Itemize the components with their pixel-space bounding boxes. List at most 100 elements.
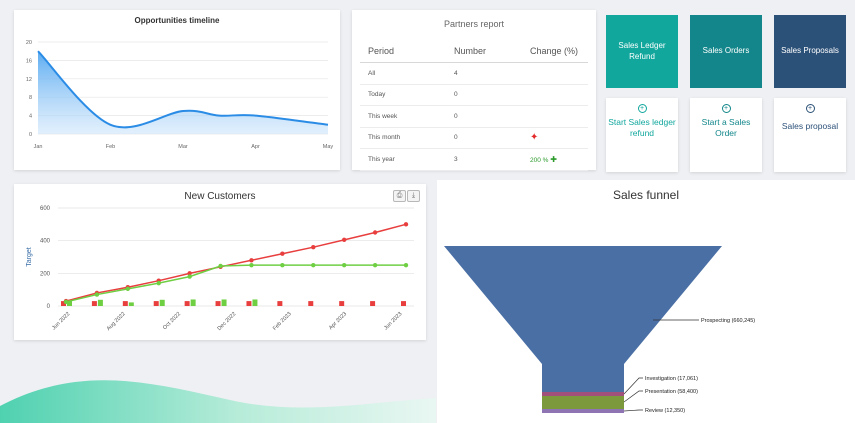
tile-action-label: Sales proposal (781, 121, 839, 131)
series-point (372, 230, 378, 235)
x-tick-label: Apr 2023 (328, 311, 348, 331)
sales-funnel-chart: Prospecting (660,245) Investigation (17,0… (444, 246, 755, 414)
bar (221, 299, 227, 306)
funnel-label-investigation: Investigation (17,061) (645, 376, 698, 382)
tile-sales-proposals[interactable]: Sales Proposals (774, 15, 846, 88)
bar (308, 301, 314, 306)
x-tick-label: Jun 2022 (51, 311, 71, 331)
header-number: Number (446, 40, 522, 63)
period-cell: This week (360, 105, 446, 128)
series-point (280, 262, 285, 268)
x-tick-label: Jun 2023 (383, 311, 403, 331)
series-point (156, 280, 161, 286)
series-point (63, 299, 69, 305)
number-cell: 0 (446, 127, 522, 149)
funnel-label-presentation: Presentation (58,400) (645, 389, 698, 395)
series-point (311, 245, 316, 250)
series-point (125, 286, 131, 292)
x-tick-label: May (323, 144, 334, 150)
partners-table: Period Number Change (%) All 4 Today 0 T… (360, 40, 588, 171)
series-point (403, 262, 409, 268)
table-row: All 4 (360, 62, 588, 85)
bar (97, 299, 103, 306)
partners-title: Partners report (443, 19, 505, 29)
table-row: This week 0 (360, 105, 588, 128)
sales-funnel-card: Sales funnel Prospecting (660,245) Invest… (437, 180, 855, 423)
arrow-up-icon: ✚ (550, 154, 557, 164)
table-row: This month 0 ✦ (360, 127, 588, 149)
new-customers-card: New Customers ⎙ ⤓ 0 200 400 600 Target Jun 20… (14, 184, 426, 340)
period-cell: Today (360, 84, 446, 106)
series-point (94, 292, 100, 297)
partners-header-row: Period Number Change (%) (360, 40, 588, 63)
series-line (65, 223, 407, 302)
series-point (341, 237, 347, 243)
series-point (341, 262, 347, 268)
tile-title: Sales Proposals (781, 46, 839, 56)
bar (252, 299, 258, 306)
tile-sales-ledger-refund[interactable]: Sales Ledger Refund (606, 15, 678, 88)
number-cell: 3 (446, 148, 522, 171)
bar (246, 301, 252, 306)
arrow-down-icon: ✦ (530, 132, 539, 144)
y-tick-label: 20 (26, 40, 32, 46)
y-tick-label: 0 (29, 132, 32, 138)
y-tick-label: 12 (26, 77, 32, 83)
funnel-segment-investigation (542, 392, 624, 396)
y-tick-label: 200 (40, 271, 51, 277)
table-row: This year 3 200 % ✚ (360, 148, 588, 171)
y-tick-label: 0 (47, 304, 51, 310)
opportunities-timeline-card: Opportunities timeline 0 4 8 12 16 20 Jan Feb Ma… (14, 10, 340, 170)
bar (370, 301, 376, 306)
new-customers-chart: 0 200 400 600 Target Jun 2022 Aug 2022 Oct 2022… (26, 206, 414, 332)
series-point (218, 263, 223, 269)
header-period: Period (360, 40, 446, 63)
tile-title: Sales Orders (702, 46, 750, 56)
change-cell (522, 84, 588, 106)
period-cell: This year (360, 148, 446, 171)
series-point (249, 258, 254, 263)
y-tick-label: 16 (26, 58, 32, 64)
x-tick-label: Dec 2022 (217, 311, 238, 332)
funnel-segment-prospecting (444, 246, 722, 365)
series-point (280, 251, 285, 256)
funnel-label-prospecting: Prospecting (660,245) (701, 318, 755, 324)
series-point (187, 274, 192, 279)
y-tick-label: 600 (40, 206, 51, 212)
funnel-segment-review (542, 409, 624, 413)
change-cell: 200 % ✚ (522, 148, 588, 171)
sales-proposal-button[interactable]: + Sales proposal (774, 98, 846, 172)
series-point (249, 262, 254, 268)
y-tick-label: 4 (29, 114, 32, 120)
bar (128, 302, 134, 306)
bar (190, 299, 196, 306)
funnel-segment-presentation (542, 396, 624, 409)
change-value: 200 % (530, 156, 549, 164)
tile-title: Sales Ledger Refund (618, 41, 666, 61)
y-tick-label: 8 (29, 95, 32, 101)
tile-action-label: Start a Sales Order (701, 117, 751, 139)
bar (184, 301, 190, 306)
tile-sales-orders[interactable]: Sales Orders (690, 15, 762, 88)
start-sales-ledger-refund-button[interactable]: + Start Sales ledger refund (606, 98, 678, 172)
number-cell: 0 (446, 105, 522, 128)
plus-circle-icon: + (721, 104, 731, 113)
decorative-wave (0, 380, 436, 423)
series-line (65, 264, 406, 303)
header-change: Change (%) (522, 40, 588, 63)
plus-circle-icon: + (637, 104, 647, 113)
series-point (311, 262, 316, 268)
bar (153, 301, 159, 306)
area-fill (38, 51, 328, 135)
bar (277, 301, 283, 306)
y-axis-label: Target (26, 247, 33, 267)
series-point (372, 262, 378, 268)
bar (401, 301, 406, 306)
x-tick-label: Feb (106, 144, 115, 150)
bar (91, 301, 97, 306)
x-tick-label: Jan (34, 144, 43, 150)
x-tick-label: Mar (178, 144, 188, 150)
period-cell: This month (360, 127, 446, 149)
number-cell: 4 (446, 62, 522, 85)
start-sales-order-button[interactable]: + Start a Sales Order (690, 98, 762, 172)
